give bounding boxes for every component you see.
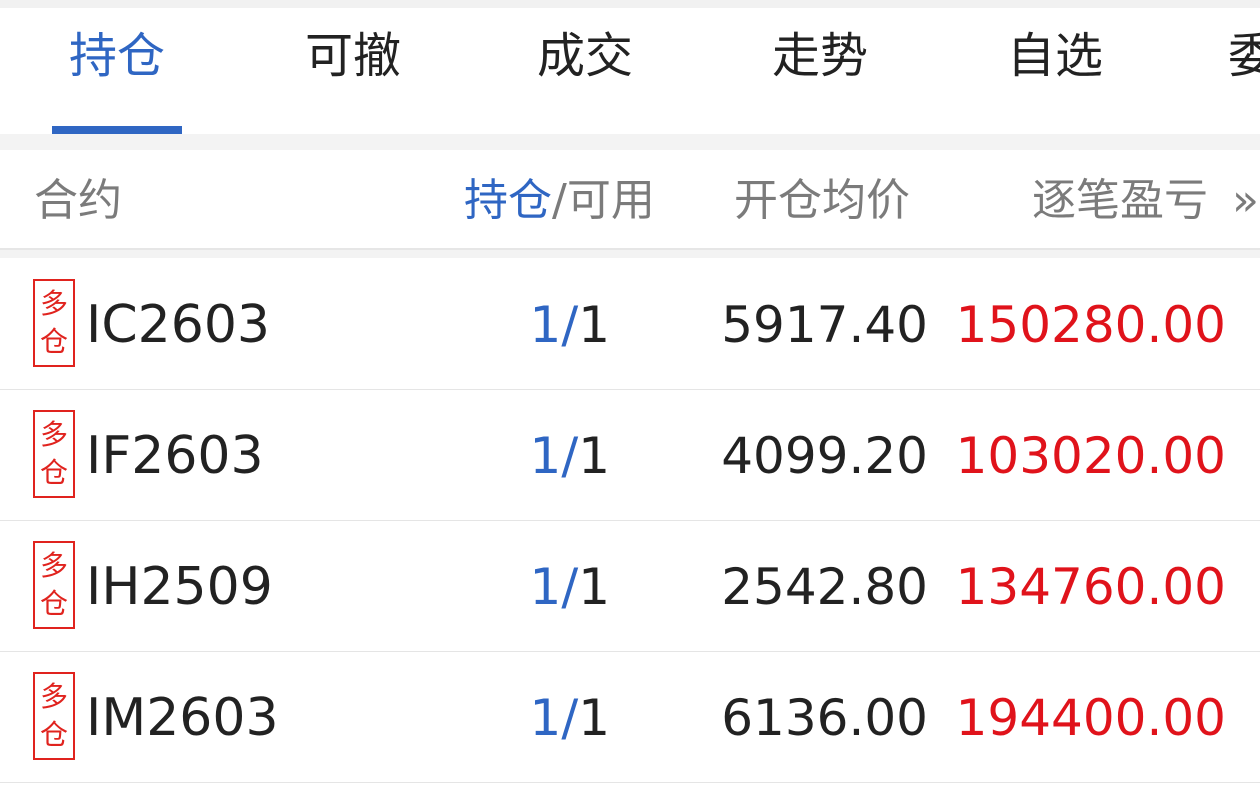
status-strip [0, 0, 1260, 8]
header-pnl[interactable]: 逐笔盈亏 [1032, 174, 1208, 228]
held-available: 1/1 [470, 688, 610, 748]
badge-top: 多 [39, 549, 68, 582]
more-columns-icon[interactable]: » [1232, 174, 1259, 228]
header-held: 持仓 [464, 175, 552, 226]
header-separator: / [552, 175, 567, 226]
header-available: 可用 [566, 175, 655, 226]
position-row[interactable]: 多 仓 IF2603 1/1 4099.20 103020.00 [0, 390, 1260, 521]
position-pnl: 194400.00 [955, 689, 1226, 747]
long-position-badge: 多 仓 [33, 410, 75, 498]
held-qty: 1 [529, 558, 562, 616]
position-pnl: 150280.00 [955, 296, 1226, 354]
tab-watchlist[interactable]: 自选 [990, 26, 1120, 86]
tab-orders-partial[interactable]: 委 [1228, 26, 1260, 86]
held-qty: 1 [529, 427, 562, 485]
tab-trades[interactable]: 成交 [520, 26, 650, 86]
position-row[interactable]: 多 仓 IH2509 1/1 2542.80 134760.00 [0, 521, 1260, 652]
held-available: 1/1 [470, 295, 610, 355]
column-header: 合约 持仓/可用 开仓均价 逐笔盈亏 » [0, 150, 1260, 250]
qty-separator: / [561, 296, 579, 354]
section-gap [0, 134, 1260, 150]
avg-open-price: 2542.80 [721, 558, 928, 616]
header-avg-price[interactable]: 开仓均价 [734, 174, 910, 228]
contract-code: IM2603 [86, 688, 279, 748]
tab-positions[interactable]: 持仓 [52, 26, 182, 86]
qty-separator: / [561, 689, 579, 747]
held-available: 1/1 [470, 557, 610, 617]
available-qty: 1 [578, 296, 610, 354]
header-divider [0, 250, 1260, 258]
position-pnl: 103020.00 [955, 427, 1226, 485]
badge-top: 多 [39, 287, 68, 320]
position-pnl: 134760.00 [955, 558, 1226, 616]
header-held-available[interactable]: 持仓/可用 [464, 174, 655, 228]
held-qty: 1 [529, 296, 562, 354]
contract-code: IH2509 [86, 557, 273, 617]
qty-separator: / [561, 558, 579, 616]
long-position-badge: 多 仓 [33, 279, 75, 367]
long-position-badge: 多 仓 [33, 541, 75, 629]
badge-bottom: 仓 [39, 587, 68, 620]
contract-code: IC2603 [86, 295, 270, 355]
badge-top: 多 [39, 680, 68, 713]
badge-top: 多 [39, 418, 68, 451]
badge-bottom: 仓 [39, 718, 68, 751]
badge-bottom: 仓 [39, 456, 68, 489]
tab-bar: 持仓 可撤 成交 走势 自选 委 [0, 8, 1260, 134]
available-qty: 1 [578, 558, 610, 616]
badge-bottom: 仓 [39, 325, 68, 358]
held-qty: 1 [529, 689, 562, 747]
avg-open-price: 5917.40 [721, 296, 928, 354]
long-position-badge: 多 仓 [33, 672, 75, 760]
qty-separator: / [561, 427, 579, 485]
tab-trend[interactable]: 走势 [755, 26, 885, 86]
active-tab-indicator [52, 126, 182, 134]
avg-open-price: 6136.00 [721, 689, 928, 747]
position-row[interactable]: 多 仓 IC2603 1/1 5917.40 150280.00 [0, 259, 1260, 390]
available-qty: 1 [578, 427, 610, 485]
avg-open-price: 4099.20 [721, 427, 928, 485]
contract-code: IF2603 [86, 426, 264, 486]
available-qty: 1 [578, 689, 610, 747]
held-available: 1/1 [470, 426, 610, 486]
position-row[interactable]: 多 仓 IM2603 1/1 6136.00 194400.00 [0, 652, 1260, 783]
header-contract[interactable]: 合约 [34, 174, 122, 228]
tab-cancelable[interactable]: 可撤 [288, 26, 418, 86]
